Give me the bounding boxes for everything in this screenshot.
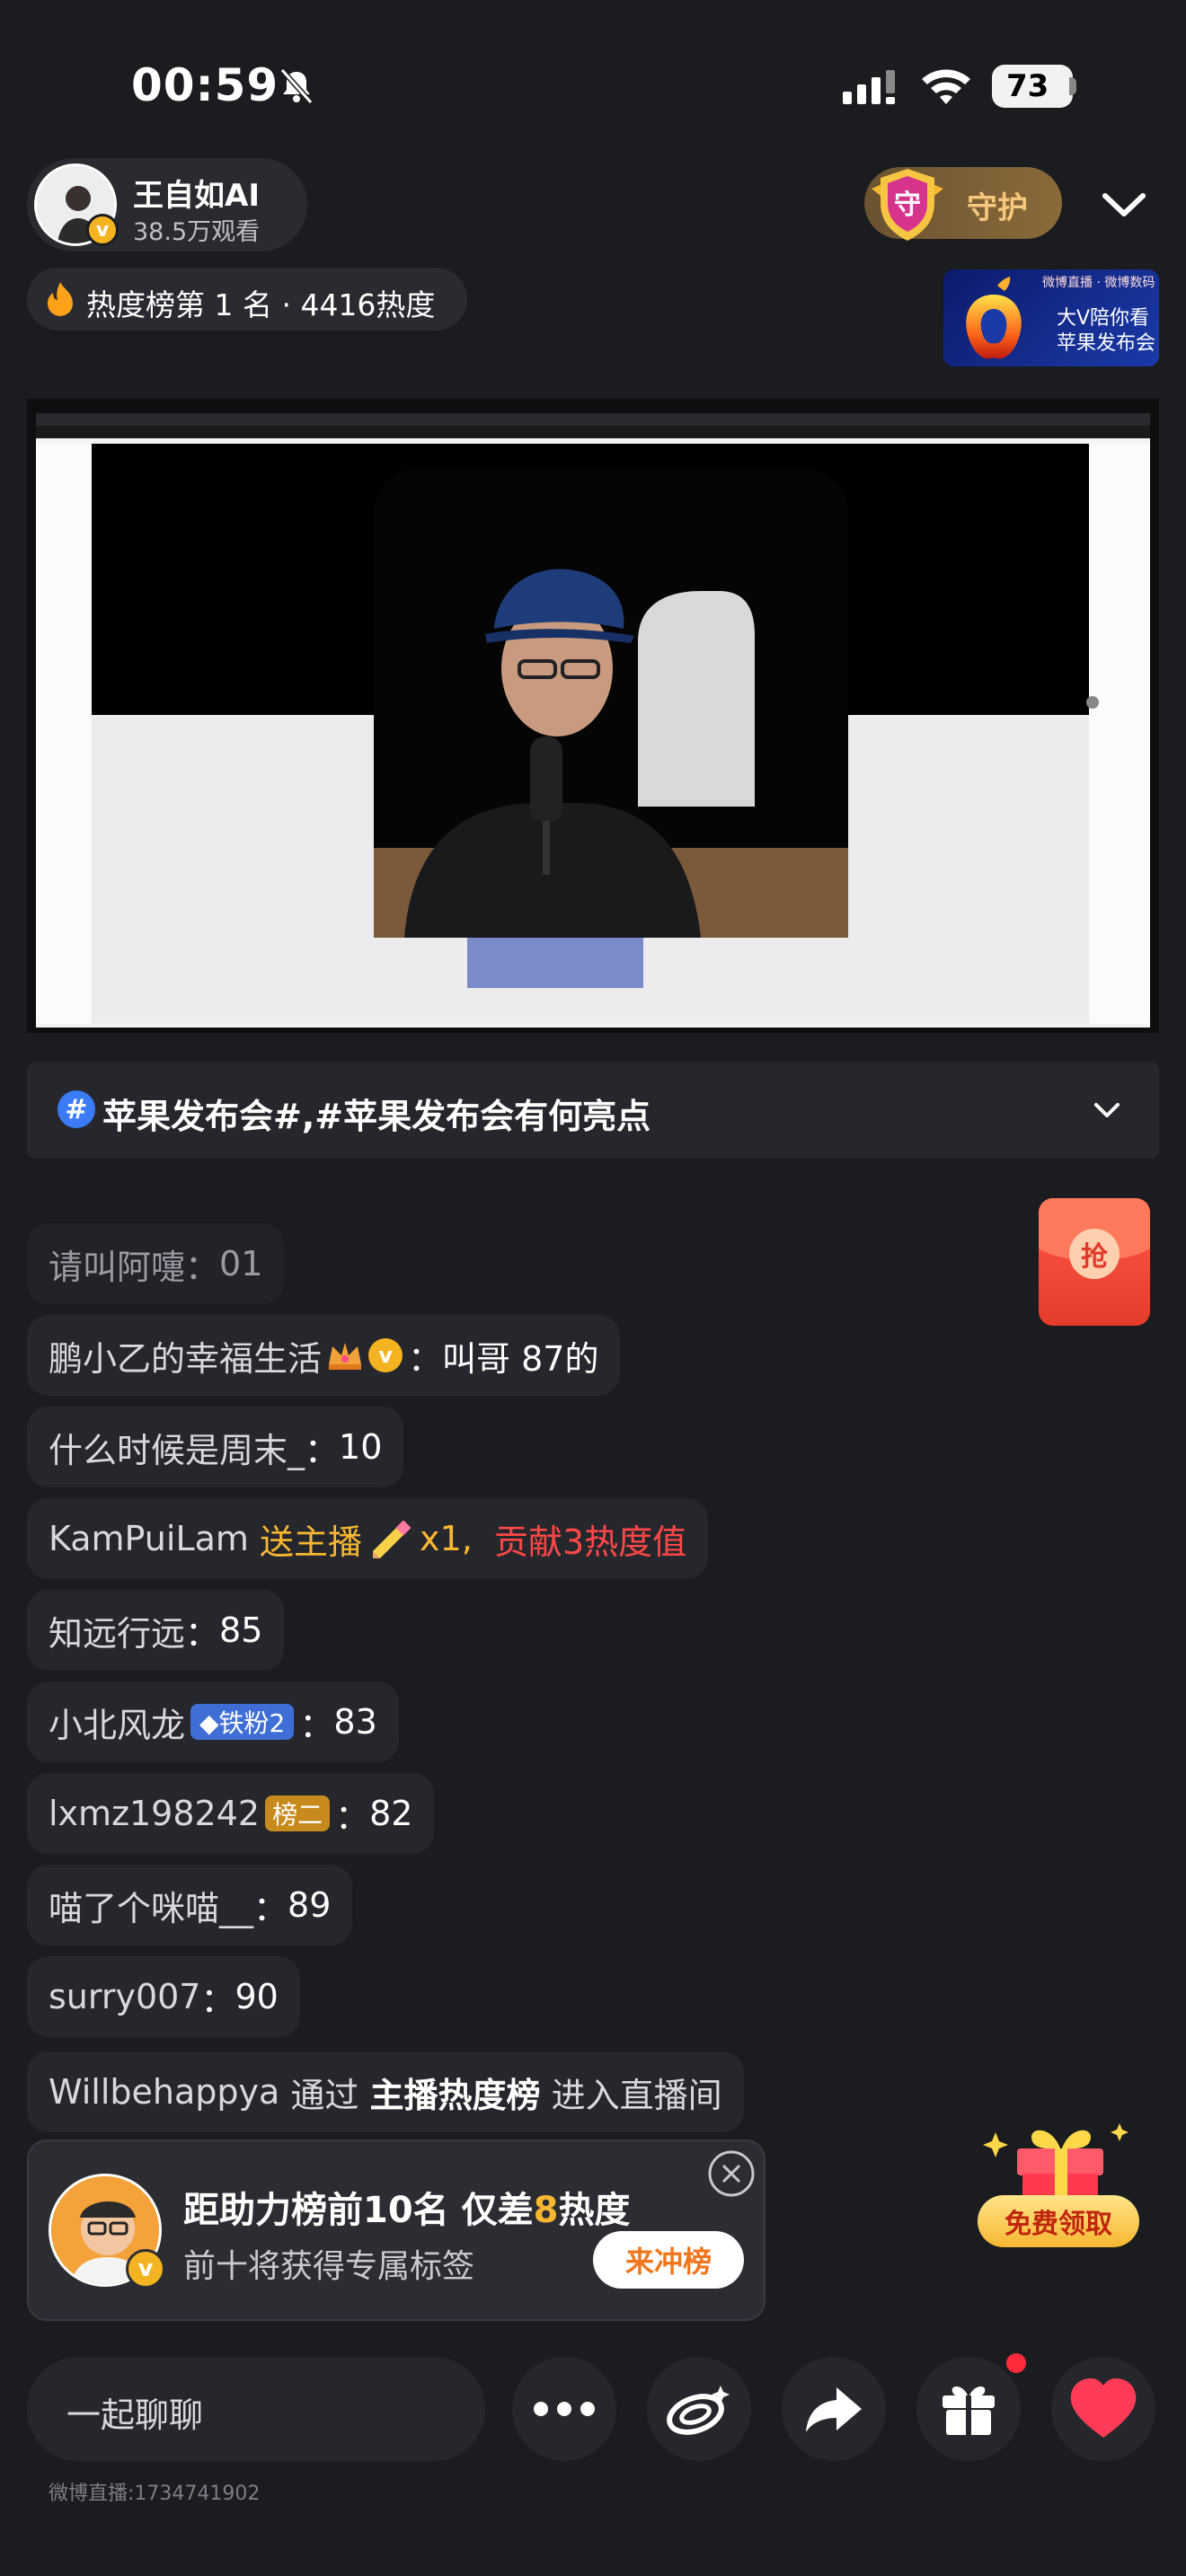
chat-text: 10 [339, 1427, 383, 1467]
chat-sep: ： [200, 1980, 235, 2020]
weibo-share-button[interactable] [647, 2357, 751, 2461]
gift-heat: 贡献3热度值 [493, 1522, 687, 1562]
room-id: 微博直播:1734741902 [49, 2483, 261, 2505]
chat-sep: ： [253, 1888, 288, 1928]
chat-input-placeholder: 一起聊聊 [66, 2395, 204, 2435]
chat-message[interactable]: 什么时候是周末_： 10 [27, 1407, 404, 1487]
promo-line2: 苹果发布会 [1057, 332, 1156, 355]
wifi-icon [922, 69, 970, 104]
chat-user: 请叫阿嚏 [49, 1247, 186, 1287]
chat-message[interactable]: 小北风龙 ◆铁粉2： 83 [27, 1681, 399, 1762]
chat-sep: ： [408, 1338, 443, 1379]
free-gift-button[interactable]: 免费领取 [978, 2195, 1139, 2247]
guard-shield-char: 守 [894, 190, 921, 221]
battery-level: 73 [1006, 68, 1049, 104]
more-dots-icon [534, 2402, 595, 2416]
verified-v-icon: v [368, 1338, 403, 1372]
boost-gap-number: 8 [533, 2190, 559, 2231]
chat-text: 01 [219, 1244, 263, 1284]
weibo-ring-icon [667, 2386, 730, 2435]
chat-user: lxmz198242 [49, 1794, 261, 1833]
hashtag-icon: # [58, 1090, 95, 1128]
chat-text: 90 [235, 1977, 279, 2016]
chat-message[interactable]: 喵了个咪喵__： 89 [27, 1865, 353, 1945]
entry-source: 主播热度榜 [369, 2075, 541, 2115]
chat-text: 82 [369, 1794, 413, 1833]
chat-text: 83 [333, 1702, 377, 1742]
chat-sep: ： [335, 1796, 370, 1837]
chat-user: 鹏小乙的幸福生活 [49, 1338, 323, 1379]
chat-sep: ： [299, 1705, 334, 1745]
topic-text: 苹果发布会#,#苹果发布会有何亮点 [102, 1097, 651, 1136]
chat-message[interactable]: 知远行远： 85 [27, 1590, 285, 1671]
cellular-signal-icon [843, 70, 895, 104]
chat-user: KamPuiLam [49, 1519, 249, 1558]
boost-title: 距助力榜前10名 仅差8热度 [183, 2181, 630, 2233]
host-name: 王自如AI [133, 178, 260, 214]
chat-message[interactable]: lxmz198242 榜二： 82 [27, 1773, 435, 1854]
boost-title-pre: 距助力榜前10名 仅差 [183, 2190, 534, 2231]
rank-badge: 榜二 [265, 1795, 331, 1831]
chat-sep: ： [305, 1430, 340, 1470]
chat-text: 89 [288, 1885, 332, 1925]
live-video[interactable] [27, 399, 1159, 1033]
chat-sep: ： [185, 1247, 220, 1287]
gift-button[interactable] [916, 2357, 1021, 2461]
verified-v-icon: v [126, 2249, 165, 2289]
chat-user: surry007 [49, 1977, 201, 2016]
gift-count: x1, [420, 1519, 473, 1558]
like-button[interactable] [1051, 2357, 1155, 2461]
chat-message[interactable]: 鹏小乙的幸福生活 v：叫哥 87的 [27, 1315, 621, 1396]
flame-icon [48, 282, 73, 316]
close-icon[interactable] [706, 2148, 757, 2199]
promo-tag: 微博直播 · 微博数码 [1042, 276, 1155, 290]
boost-subtitle: 前十将获得专属标签 [183, 2248, 475, 2285]
heart-icon [1070, 2378, 1137, 2438]
boost-title-post: 热度 [558, 2190, 631, 2231]
guard-shield-icon: 守 [872, 169, 943, 241]
battery-indicator: 73 [992, 65, 1073, 108]
status-time: 00:59 [131, 59, 279, 111]
iron-fan-badge: ◆铁粉2 [190, 1704, 295, 1740]
gift-notification-dot [1006, 2353, 1026, 2373]
chat-user: 小北风龙 [49, 1705, 186, 1745]
chat-text: 85 [219, 1610, 263, 1650]
chat-message[interactable]: surry007： 90 [27, 1956, 300, 2037]
chat-message[interactable]: 请叫阿嚏： 01 [27, 1223, 285, 1304]
guard-label: 守护 [967, 190, 1028, 226]
chat-user: 知远行远 [49, 1613, 186, 1654]
gift-icon [943, 2386, 995, 2435]
host-viewer-count: 38.5万观看 [133, 218, 261, 246]
chat-user: 喵了个咪喵__ [49, 1888, 254, 1928]
chat-entry-notice[interactable]: Willbehappya 通过 主播热度榜 进入直播间 [27, 2051, 744, 2132]
gift-text: 送主播 [260, 1522, 363, 1562]
chat-user: 什么时候是周末_ [49, 1430, 305, 1470]
crown-level-icon [329, 1343, 362, 1370]
red-packet-grab-label: 抢 [1069, 1229, 1120, 1279]
chevron-down-icon[interactable] [1098, 180, 1150, 232]
heat-rank-text: 热度榜第 1 名 · 4416热度 [86, 287, 436, 322]
chat-user: Willbehappya [49, 2072, 280, 2112]
battery-cap [1069, 77, 1076, 95]
verified-v-icon: v [86, 214, 119, 246]
gift-pencil-icon [373, 1520, 412, 1558]
more-button[interactable] [512, 2357, 616, 2461]
topic-chevron-down-icon[interactable] [1089, 1094, 1125, 1126]
bell-muted-icon [279, 68, 314, 104]
chat-gift-message[interactable]: KamPuiLam 送主播 x1, 贡献3热度值 [27, 1498, 709, 1579]
share-arrow-icon [806, 2387, 862, 2432]
chat-text: 叫哥 87的 [442, 1338, 599, 1379]
share-button[interactable] [782, 2357, 886, 2461]
boost-rank-button[interactable]: 来冲榜 [593, 2231, 744, 2289]
entry-via: 通过 [290, 2075, 359, 2115]
chat-sep: ： [185, 1613, 220, 1654]
entry-action: 进入直播间 [551, 2075, 722, 2115]
